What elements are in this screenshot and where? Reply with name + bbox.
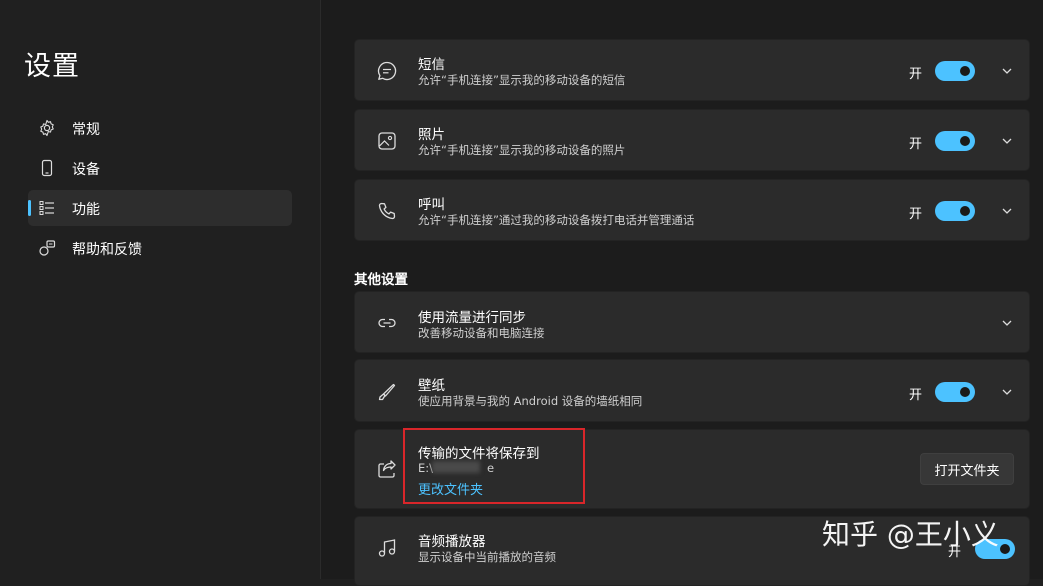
toggle-knob <box>960 66 970 76</box>
music-icon <box>376 537 398 559</box>
card-title: 壁纸 <box>418 378 445 394</box>
feature-card-photos[interactable]: 照片 允许“手机连接”显示我的移动设备的照片 开 <box>354 109 1030 171</box>
setting-card-sync[interactable]: 使用流量进行同步 改善移动设备和电脑连接 <box>354 291 1030 353</box>
chevron-down-icon[interactable] <box>1000 316 1014 330</box>
card-description: 显示设备中当前播放的音频 <box>418 550 556 564</box>
toggle-knob <box>960 206 970 216</box>
card-title: 呼叫 <box>418 197 445 213</box>
app-title: 设置 <box>24 51 80 82</box>
highlight-box <box>403 428 585 504</box>
sidebar: 设置 常规 设备 功能 帮助和反馈 <box>0 0 321 579</box>
sidebar-item-label: 功能 <box>72 202 100 218</box>
phone-icon <box>38 159 56 177</box>
chevron-down-icon[interactable] <box>1000 204 1014 218</box>
card-title: 使用流量进行同步 <box>418 310 526 326</box>
sidebar-item-label: 常规 <box>72 122 100 138</box>
sidebar-item-label: 帮助和反馈 <box>72 242 142 258</box>
toggle-knob <box>960 136 970 146</box>
setting-card-wallpaper[interactable]: 壁纸 使应用背景与我的 Android 设备的墙纸相同 开 <box>354 359 1030 422</box>
card-description: 允许“手机连接”显示我的移动设备的照片 <box>418 143 626 157</box>
brush-icon <box>376 381 398 403</box>
chevron-down-icon[interactable] <box>1000 134 1014 148</box>
toggle-knob <box>960 387 970 397</box>
section-title-other: 其他设置 <box>354 272 408 288</box>
card-title: 短信 <box>418 57 445 73</box>
card-description: 允许“手机连接”通过我的移动设备拨打电话并管理通话 <box>418 213 695 227</box>
toggle-state-label: 开 <box>909 67 923 82</box>
message-icon <box>376 60 398 82</box>
card-description: 允许“手机连接”显示我的移动设备的短信 <box>418 73 626 87</box>
card-title: 照片 <box>418 127 445 143</box>
open-folder-button[interactable]: 打开文件夹 <box>920 453 1014 485</box>
chevron-down-icon[interactable] <box>1000 64 1014 78</box>
card-description: 改善移动设备和电脑连接 <box>418 326 545 340</box>
feature-card-calls[interactable]: 呼叫 允许“手机连接”通过我的移动设备拨打电话并管理通话 开 <box>354 179 1030 241</box>
photo-icon <box>376 130 398 152</box>
card-description: 使应用背景与我的 Android 设备的墙纸相同 <box>418 394 643 408</box>
link-icon <box>376 312 398 334</box>
card-title: 音频播放器 <box>418 534 486 550</box>
call-icon <box>376 200 398 222</box>
chevron-down-icon[interactable] <box>1000 385 1014 399</box>
calls-toggle[interactable] <box>935 201 975 221</box>
gear-icon <box>38 119 56 137</box>
wallpaper-toggle[interactable] <box>935 382 975 402</box>
share-icon <box>376 458 398 480</box>
photos-toggle[interactable] <box>935 131 975 151</box>
help-feedback-icon <box>38 239 56 257</box>
toggle-state-label: 开 <box>909 388 923 403</box>
sidebar-item-label: 设备 <box>72 162 100 178</box>
toggle-knob <box>1000 544 1010 554</box>
toggle-state-label: 开 <box>909 207 923 222</box>
toggle-state-label: 开 <box>909 137 923 152</box>
sidebar-item-features[interactable]: 功能 <box>28 190 292 226</box>
watermark: 知乎 @王小义 <box>822 518 999 551</box>
list-icon <box>38 199 56 217</box>
active-indicator <box>28 200 31 216</box>
sms-toggle[interactable] <box>935 61 975 81</box>
sidebar-item-help[interactable]: 帮助和反馈 <box>28 230 292 266</box>
sidebar-item-devices[interactable]: 设备 <box>28 150 292 186</box>
sidebar-nav: 常规 设备 功能 帮助和反馈 <box>28 110 292 270</box>
feature-card-sms[interactable]: 短信 允许“手机连接”显示我的移动设备的短信 开 <box>354 39 1030 101</box>
sidebar-item-general[interactable]: 常规 <box>28 110 292 146</box>
